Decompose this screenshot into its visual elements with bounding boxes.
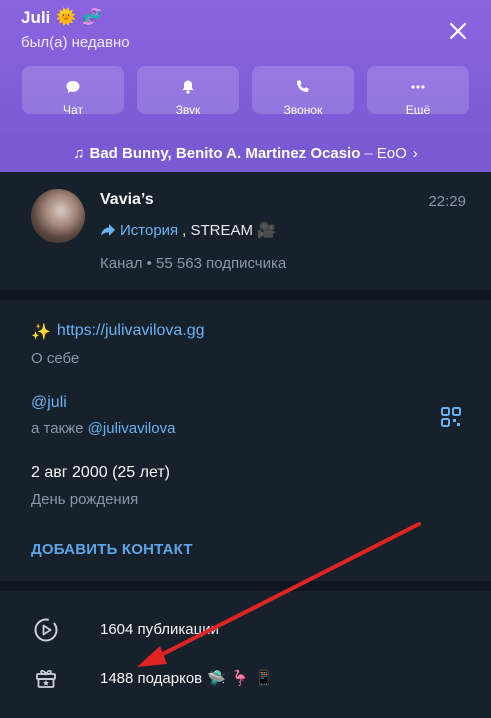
chat-button-label: Чат: [63, 103, 83, 114]
channel-name: Vavia’s: [100, 191, 154, 208]
posts-count: 1604 публикации: [100, 621, 219, 638]
gifts-count-row: 1488 подарков 🛸 🦩 📱: [100, 669, 274, 688]
username[interactable]: @juli: [31, 394, 67, 412]
profile-stats: 1604 публикации 1488 подарков 🛸 🦩 📱: [0, 591, 491, 718]
channel-avatar: [31, 189, 85, 243]
chevron-right-icon: ›: [412, 144, 418, 162]
sparkles-emoji: ✨: [31, 324, 51, 341]
bio-link-row[interactable]: ✨ https://julivavilova.gg: [31, 322, 205, 342]
chat-icon: [66, 81, 80, 93]
more-button-label: Ещё: [405, 103, 431, 114]
mute-button[interactable]: Звук: [137, 66, 239, 114]
title-row: Juli 🌞 🧬: [21, 8, 102, 28]
sun-emoji: 🌞: [56, 9, 77, 26]
gifts-count: 1488 подарков: [100, 669, 203, 687]
birthday-label: День рождения: [31, 491, 139, 508]
story-link: История: [120, 221, 179, 239]
birthday: 2 авг 2000 (25 лет): [31, 464, 170, 481]
profile-music-bar[interactable]: ♫ Bad Bunny, Benito A. Martinez Ocasio –…: [0, 134, 491, 172]
call-button[interactable]: Звонок: [252, 66, 354, 114]
profile-info: ✨ https://julivavilova.gg О себе @juli а…: [0, 300, 491, 581]
music-artist: Bad Bunny, Benito A. Martinez Ocasio: [89, 144, 361, 162]
section-divider: [0, 290, 491, 300]
also-username-row: а также @julivavilova: [31, 420, 175, 437]
bio-label: О себе: [31, 350, 80, 367]
also-prefix: а также: [31, 420, 84, 437]
mute-button-label: Звук: [175, 103, 201, 114]
camera-emoji: 🎥: [257, 222, 276, 239]
music-note-icon: ♫: [73, 144, 85, 162]
forward-icon: [101, 224, 115, 236]
channel-time: 22:29: [428, 193, 466, 210]
profile-header: Juli 🌞 🧬 был(а) недавно Чат Звук Звонок: [0, 0, 491, 134]
last-seen-status: был(а) недавно: [21, 34, 130, 51]
music-separator: –: [364, 144, 373, 162]
gifts-row[interactable]: 1488 подарков 🛸 🦩 📱: [0, 657, 491, 701]
channel-last-post: История, STREAM 🎥: [100, 221, 276, 239]
gift-emoji-1: 🛸: [207, 670, 226, 687]
more-icon: [411, 85, 425, 89]
posts-icon: [34, 618, 58, 642]
also-username[interactable]: @julivavilova: [88, 420, 176, 437]
call-button-label: Звонок: [283, 103, 323, 114]
music-track: EoO: [376, 144, 407, 162]
chat-button[interactable]: Чат: [22, 66, 124, 114]
bio-link[interactable]: https://julivavilova.gg: [57, 322, 205, 342]
qr-code-icon[interactable]: [440, 406, 462, 428]
post-text: , STREAM: [182, 221, 254, 239]
add-contact-button[interactable]: ДОБАВИТЬ КОНТАКТ: [31, 541, 193, 558]
more-button[interactable]: Ещё: [367, 66, 469, 114]
gift-emoji-2: 🦩: [230, 670, 250, 687]
sticker-emoji: 🧬: [82, 9, 103, 26]
section-divider-2: [0, 581, 491, 591]
gift-icon: [36, 670, 56, 688]
phone-icon: [296, 80, 309, 93]
action-buttons: Чат Звук Звонок Ещё: [22, 66, 469, 114]
gift-emoji-3: 📱: [254, 670, 274, 687]
close-icon[interactable]: [447, 20, 469, 42]
profile-name: Juli: [21, 8, 51, 27]
bell-icon: [182, 80, 194, 94]
posts-row[interactable]: 1604 публикации: [0, 609, 491, 653]
channel-subscribers: Канал • 55 563 подписчика: [100, 255, 287, 272]
personal-channel[interactable]: Vavia’s 22:29 История, STREAM 🎥 Канал • …: [0, 172, 491, 290]
